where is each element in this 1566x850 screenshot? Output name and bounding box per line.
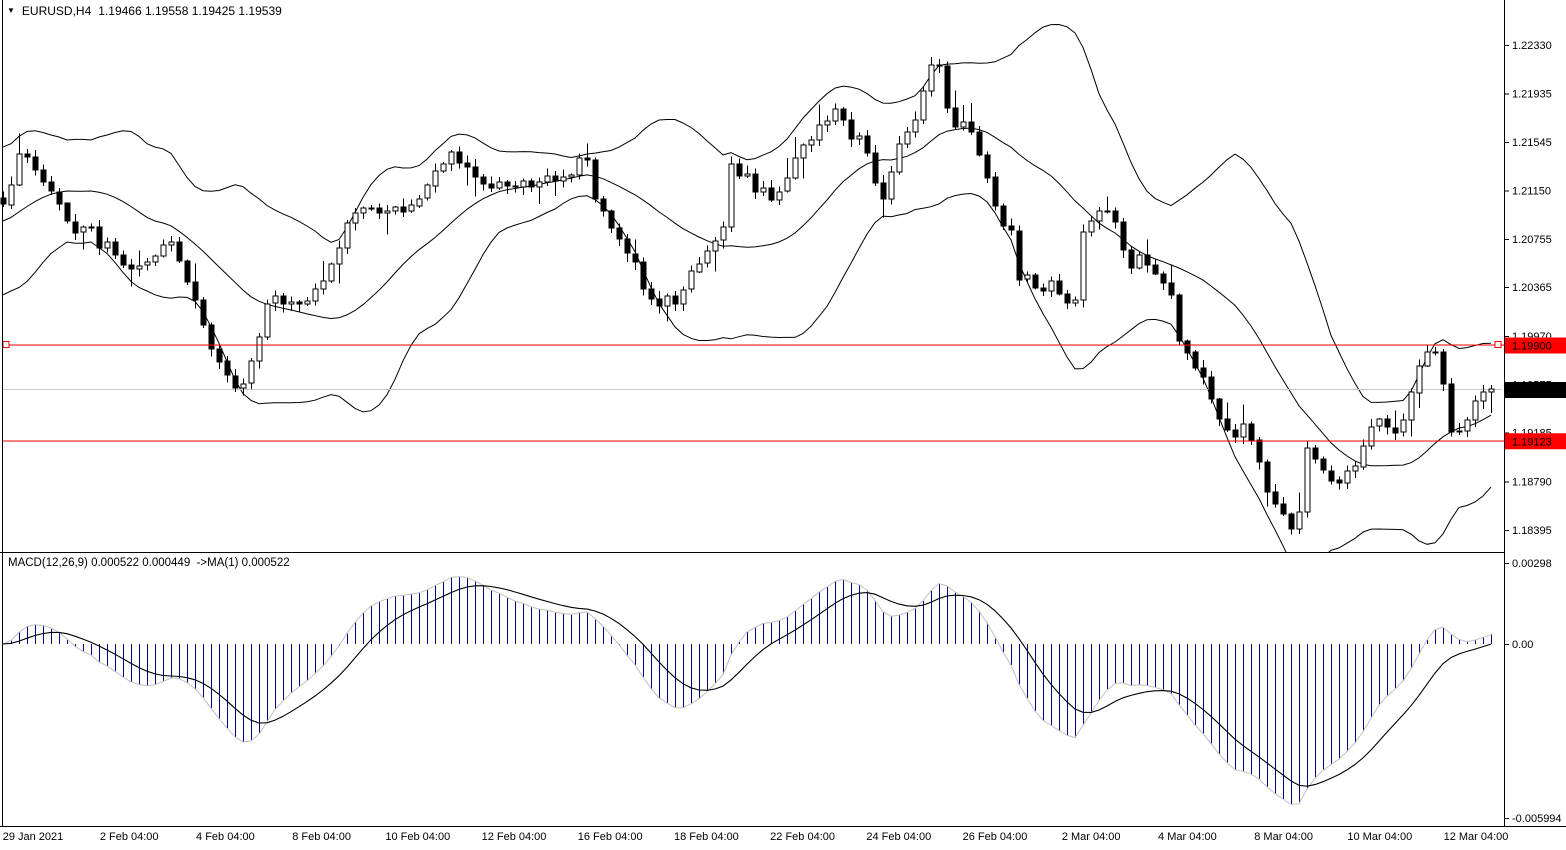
- macd-indicator-label: MACD(12,26,9) 0.000522 0.000449 ->MA(1) …: [8, 557, 290, 569]
- price-tick-label: 1.18395: [1512, 525, 1552, 537]
- time-tick-label: 12 Feb 04:00: [482, 831, 547, 843]
- level-price-tag: 1.19900: [1505, 338, 1566, 354]
- time-tick-label: 4 Feb 04:00: [196, 831, 255, 843]
- price-tick-label: 1.18790: [1512, 476, 1552, 488]
- time-tick-label: 4 Mar 04:00: [1158, 831, 1217, 843]
- time-tick-label: 10 Feb 04:00: [385, 831, 450, 843]
- macd-tick-label: -0.005994: [1512, 813, 1562, 825]
- time-tick-label: 24 Feb 04:00: [866, 831, 931, 843]
- time-tick-label: 16 Feb 04:00: [578, 831, 643, 843]
- time-tick-label: 29 Jan 2021: [3, 831, 64, 843]
- time-tick-label: 26 Feb 04:00: [963, 831, 1028, 843]
- time-tick-label: 22 Feb 04:00: [770, 831, 835, 843]
- level-price-tag: 1.19123: [1505, 433, 1566, 449]
- macd-tick-label: 0.00298: [1512, 558, 1552, 570]
- line-anchor-handle[interactable]: [3, 342, 9, 348]
- time-tick-label: 12 Mar 04:00: [1444, 831, 1509, 843]
- time-tick-label: 2 Feb 04:00: [100, 831, 159, 843]
- svg-text:1.19123: 1.19123: [1512, 436, 1552, 448]
- price-tick-label: 1.21545: [1512, 137, 1552, 149]
- price-tick-label: 1.21935: [1512, 89, 1552, 101]
- svg-text:1.19539: 1.19539: [1512, 385, 1552, 397]
- time-tick-label: 8 Mar 04:00: [1254, 831, 1313, 843]
- time-tick-label: 8 Feb 04:00: [292, 831, 351, 843]
- time-tick-label: 18 Feb 04:00: [674, 831, 739, 843]
- time-tick-label: 10 Mar 04:00: [1347, 831, 1412, 843]
- price-tick-label: 1.20365: [1512, 282, 1552, 294]
- svg-text:1.19900: 1.19900: [1512, 341, 1552, 353]
- mt4-chart-window: 1.22330 1.21935 1.21545 1.21150 1.20755 1.203…: [0, 0, 1566, 850]
- line-anchor-handle[interactable]: [1495, 342, 1501, 348]
- current-price-tag: 1.19539: [1505, 382, 1566, 398]
- chart-canvas[interactable]: 1.22330 1.21935 1.21545 1.21150 1.20755 1.203…: [0, 0, 1566, 850]
- time-tick-label: 2 Mar 04:00: [1062, 831, 1121, 843]
- symbol-dropdown-icon[interactable]: ▼: [7, 5, 15, 17]
- macd-tick-label: 0.00: [1512, 639, 1533, 651]
- price-tick-label: 1.22330: [1512, 40, 1552, 52]
- ohlc-values: 1.19466 1.19558 1.19425 1.19539: [98, 4, 282, 18]
- chart-header: ▼ EURUSD,H4 1.19466 1.19558 1.19425 1.19…: [7, 4, 282, 18]
- price-tick-label: 1.21150: [1512, 185, 1551, 197]
- price-tick-label: 1.20755: [1512, 234, 1552, 246]
- symbol-timeframe-label: EURUSD,H4: [22, 4, 91, 18]
